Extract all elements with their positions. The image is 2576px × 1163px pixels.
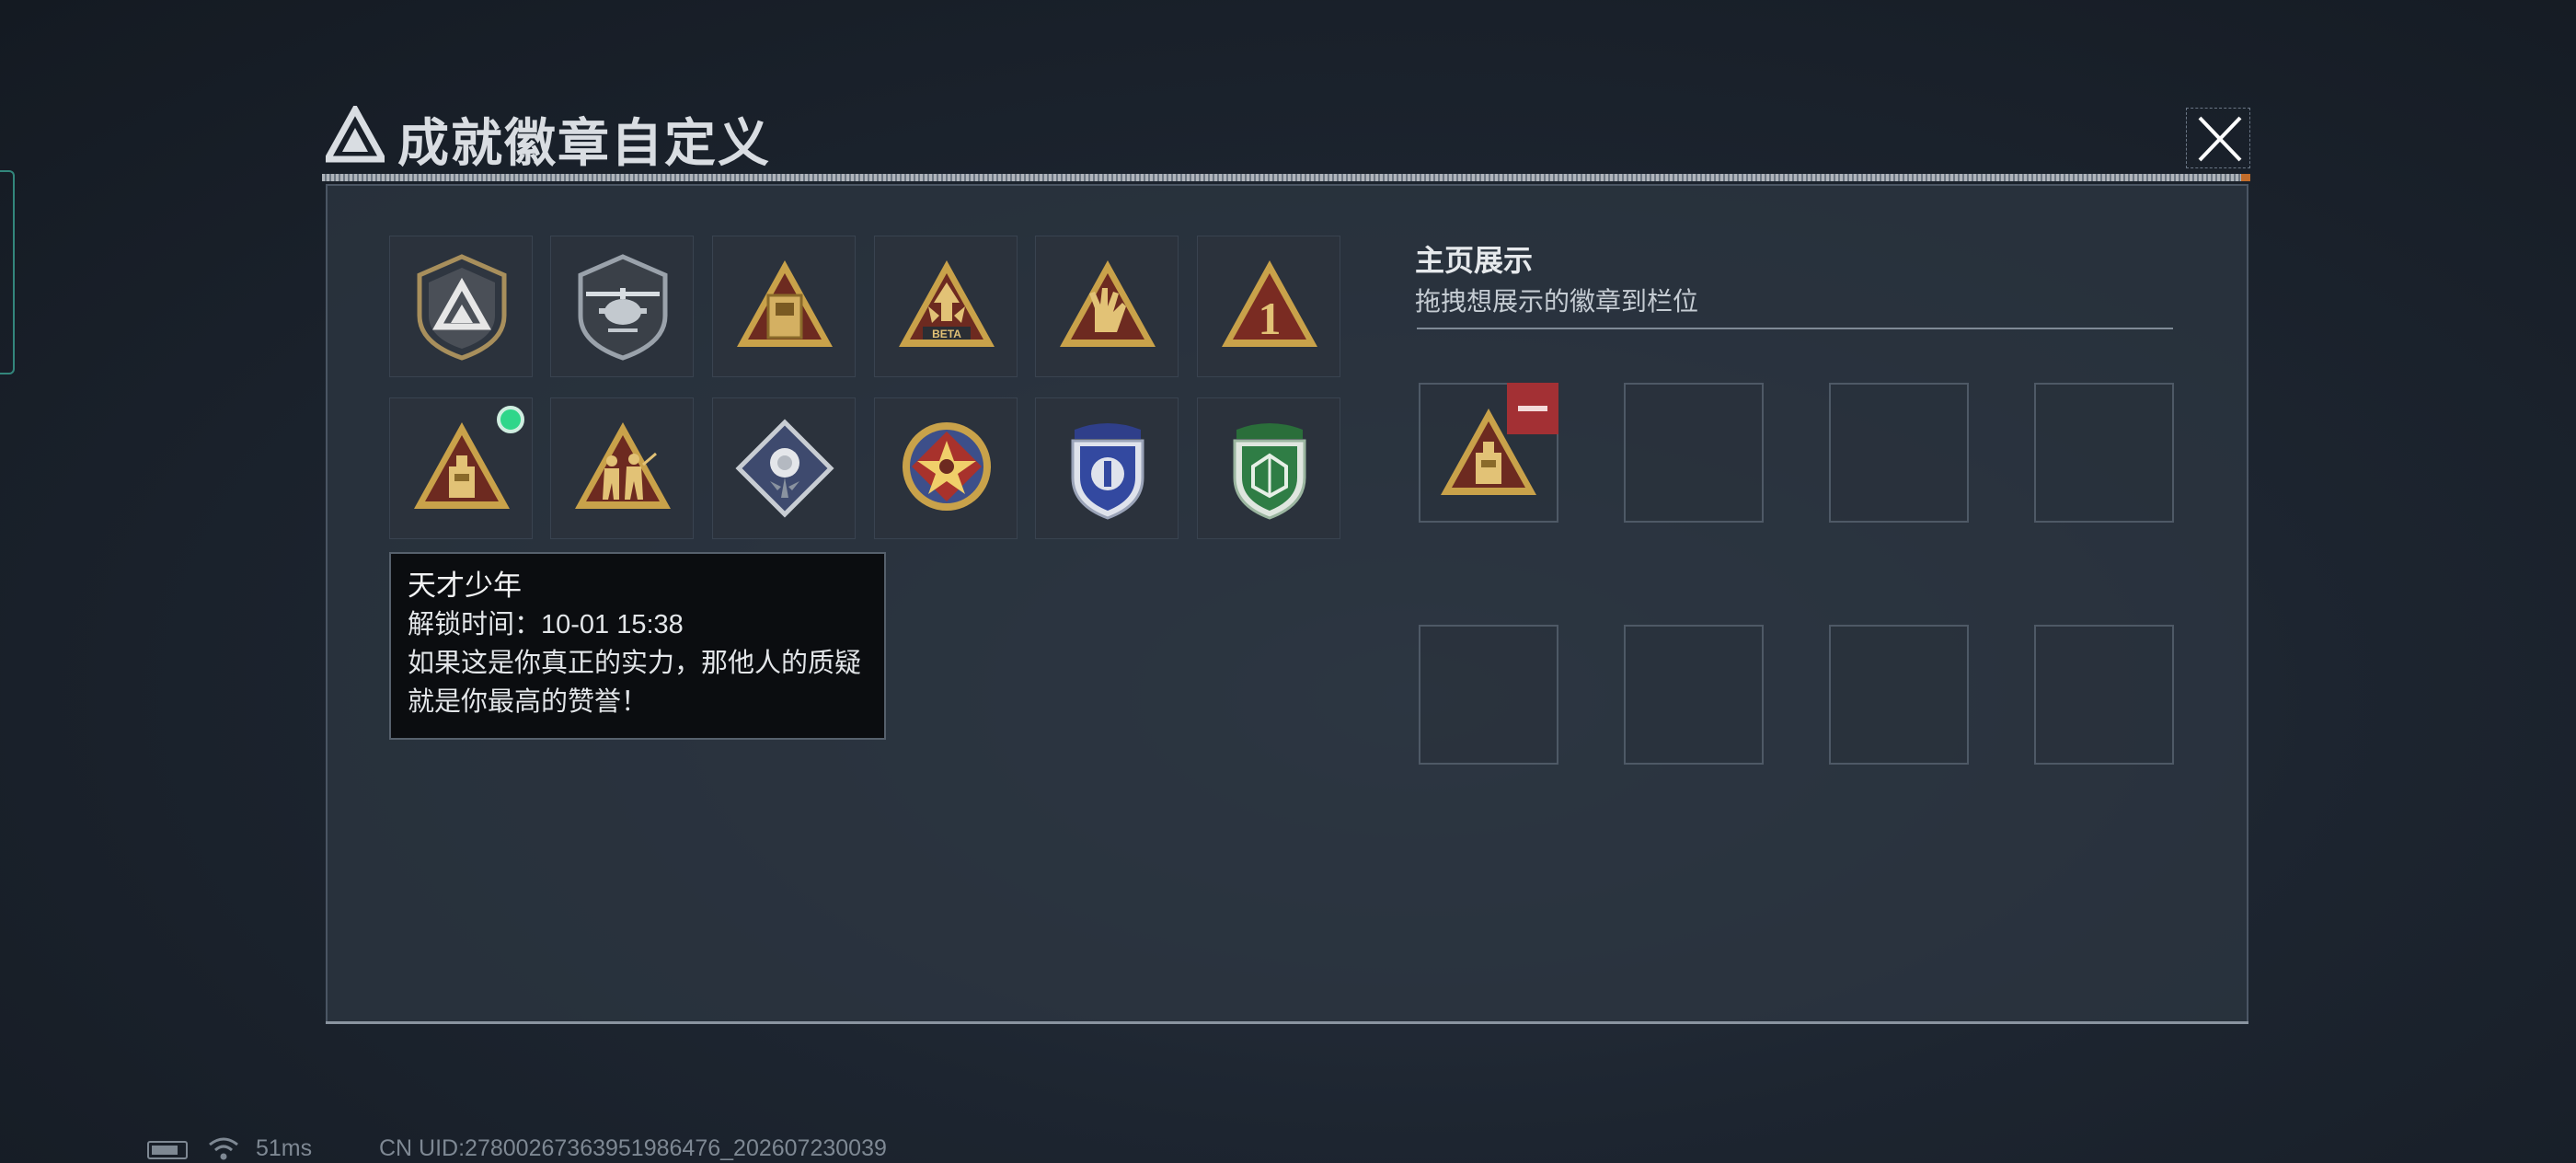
wifi-icon xyxy=(209,1137,238,1160)
showcase-slot-5[interactable] xyxy=(1419,625,1558,765)
badge-slot-beta[interactable]: BETA xyxy=(874,236,1018,377)
badge-slot-star-medal[interactable] xyxy=(874,397,1018,539)
showcase-slot-2[interactable] xyxy=(1624,383,1764,523)
remove-badge-button[interactable] xyxy=(1507,383,1558,434)
hand-sign-badge-icon xyxy=(1060,260,1156,347)
battery-icon xyxy=(147,1141,188,1159)
badge-slot-helicopter[interactable] xyxy=(550,236,694,377)
badge-slot-shield-a[interactable] xyxy=(389,236,533,377)
showcase-subtitle: 拖拽想展示的徽章到栏位 xyxy=(1415,287,1699,316)
close-icon xyxy=(2198,116,2242,162)
badge-slot-hand-sign[interactable] xyxy=(1035,236,1179,377)
tooltip-unlock-row: 解锁时间：10-01 15:38 xyxy=(408,605,868,644)
badge-slot-prodigy[interactable] xyxy=(389,397,533,539)
gold-tablet-badge-icon xyxy=(737,260,833,347)
showcase-slot-7[interactable] xyxy=(1829,625,1969,765)
showcase-slot-6[interactable] xyxy=(1624,625,1764,765)
blue-shield-badge-icon xyxy=(1071,423,1144,520)
triangle-logo-icon xyxy=(326,106,385,163)
showcase-divider xyxy=(1417,328,2173,329)
uid-text: CN UID:27800267363951986476_202607230039 xyxy=(379,1135,887,1161)
showcase-slot-3[interactable] xyxy=(1829,383,1969,523)
badge-slot-rose[interactable] xyxy=(712,397,856,539)
header-divider xyxy=(322,174,2250,181)
showcase-slot-1[interactable] xyxy=(1419,383,1558,523)
shield-a-badge-icon xyxy=(417,254,507,361)
green-shield-badge-icon xyxy=(1233,423,1306,520)
badge-slot-green-shield[interactable] xyxy=(1197,397,1340,539)
window-title: 成就徽章自定义 xyxy=(397,114,771,172)
tooltip-description: 如果这是你真正的实力，那他人的质疑就是你最高的赞誉！ xyxy=(408,649,862,717)
new-indicator-dot xyxy=(497,406,524,433)
beta-label: BETA xyxy=(932,328,961,340)
beta-badge-icon: BETA xyxy=(899,260,995,347)
window-header: 成就徽章自定义 xyxy=(322,97,2250,181)
close-button[interactable] xyxy=(2186,108,2250,168)
tooltip-unlock-time: 10-01 15:38 xyxy=(541,610,684,639)
panel-bottom-divider xyxy=(326,1021,2248,1024)
showcase-slot-8[interactable] xyxy=(2034,625,2174,765)
badge-slot-soldiers[interactable] xyxy=(550,397,694,539)
side-tab-edge[interactable] xyxy=(0,170,15,374)
number-one-label: 1 xyxy=(1259,293,1282,344)
tooltip-unlock-label: 解锁时间： xyxy=(408,610,542,639)
showcase-slot-4[interactable] xyxy=(2034,383,2174,523)
ping-text: 51ms xyxy=(256,1135,313,1161)
badge-slot-number-one[interactable]: 1 xyxy=(1197,236,1340,377)
showcase-title: 主页展示 xyxy=(1415,244,1534,277)
badge-tooltip: 天才少年 解锁时间：10-01 15:38 如果这是你真正的实力，那他人的质疑就… xyxy=(389,552,886,740)
number-one-badge-icon: 1 xyxy=(1222,260,1317,347)
tooltip-title: 天才少年 xyxy=(408,570,522,602)
helicopter-badge-icon xyxy=(578,254,668,361)
soldiers-badge-icon xyxy=(575,422,671,509)
badge-slot-gold-tablet[interactable] xyxy=(712,236,856,377)
rose-badge-icon xyxy=(735,419,834,518)
badge-slot-blue-shield[interactable] xyxy=(1035,397,1179,539)
star-medal-badge-icon xyxy=(903,422,991,511)
